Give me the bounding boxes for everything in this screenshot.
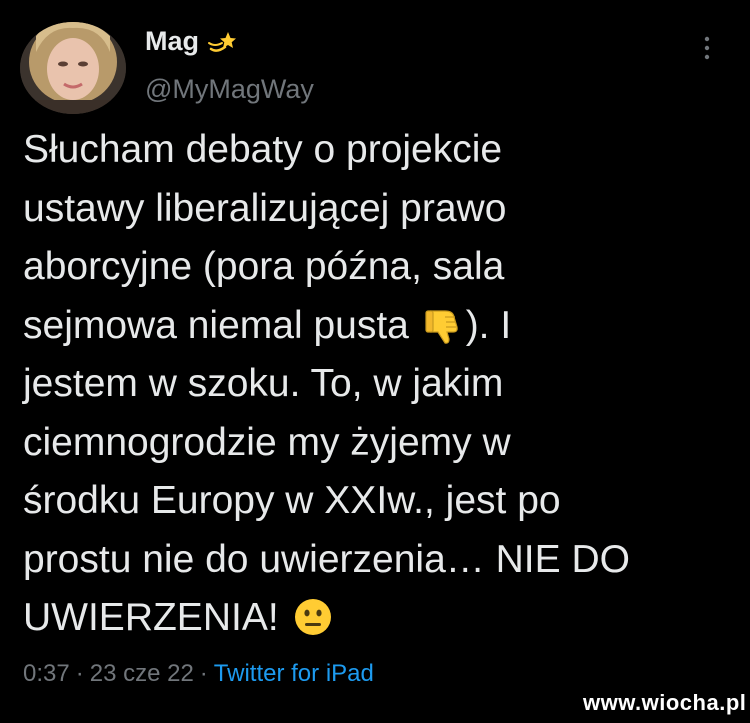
meta-separator: · [75,660,84,687]
tweet-line: prostu nie do uwierzenia… NIE DO [23,537,630,581]
meta-separator: · [199,660,208,687]
tweet-line: Słucham debaty o projekcie [23,128,503,171]
tweet-time[interactable]: 0:37 [23,660,70,687]
tweet-line-with-emoji: sejmowa niemal pusta ). I [23,297,733,356]
avatar-photo [20,22,126,114]
display-name-text: Mag [145,26,199,56]
shooting-star-icon [207,27,237,57]
tweet-meta: 0:37 · 23 cze 22 · Twitter for iPad [23,660,374,688]
tweet-line: środku Europy w XXIw., jest po [23,479,561,522]
watermark: www.wiocha.pl [583,690,747,715]
tweet-text: Słucham debaty o projekcie ustawy libera… [23,121,733,648]
avatar[interactable] [20,22,126,114]
tweet-date[interactable]: 23 cze 22 [90,660,194,687]
tweet-line: aborcyjne (pora późna, sala [23,245,505,288]
author-display-name[interactable]: Mag [145,26,237,57]
tweet-line-part: sejmowa niemal pusta [23,303,420,347]
tweet-line-part: UWIERZENIA! [23,596,290,639]
tweet-line: jestem w szoku. To, w jakim [23,362,504,405]
tweet-line-with-emoji: UWIERZENIA! [23,589,733,648]
tweet-line-part: ). I [465,303,512,347]
tweet-card: Mag @MyMagWay Słucham debaty o projekcie… [0,0,750,723]
thumbs-down-icon [423,304,463,344]
more-vertical-icon[interactable] [700,34,714,64]
tweet-line: ustawy liberalizującej prawo [23,186,507,230]
neutral-face-icon [293,596,333,636]
tweet-line: ciemnogrodzie my żyjemy w [23,420,511,464]
author-handle[interactable]: @MyMagWay [145,74,314,105]
tweet-source-link[interactable]: Twitter for iPad [214,660,374,687]
